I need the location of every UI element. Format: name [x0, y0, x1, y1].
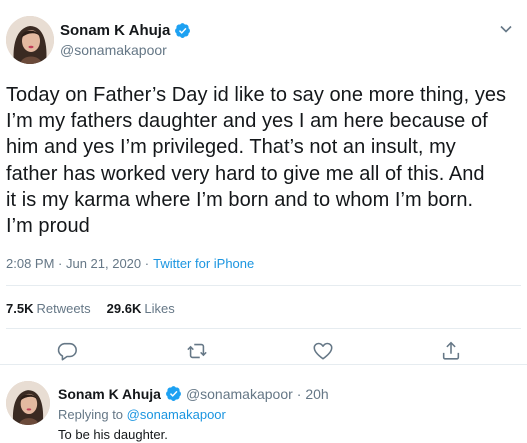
author-avatar[interactable] [6, 16, 54, 64]
likes-count: 29.6K [106, 301, 142, 316]
tweet-stats: 7.5K Retweets 29.6K Likes [6, 301, 175, 316]
replying-to-label: Replying to [58, 407, 124, 422]
retweet-icon[interactable] [186, 340, 208, 362]
likes-stat[interactable]: 29.6K Likes [107, 301, 175, 316]
author-handle[interactable]: @sonamakapoor [60, 42, 191, 58]
tweet-timestamp[interactable]: 2:08 PM · Jun 21, 2020 · [6, 256, 149, 271]
likes-label: Likes [144, 301, 175, 316]
tweet-text: Today on Father’s Day id like to say one… [6, 84, 507, 238]
reply-author-avatar[interactable] [6, 381, 50, 425]
chevron-down-icon[interactable] [499, 22, 513, 36]
verified-badge-icon [174, 22, 191, 39]
reply-header: Sonam K Ahuja @sonamakapoor · 20h [58, 385, 518, 402]
reply-tweet[interactable]: Sonam K Ahuja @sonamakapoor · 20h Replyi… [58, 385, 518, 443]
retweets-label: Retweets [36, 301, 91, 316]
verified-badge-icon [165, 385, 182, 402]
replying-to-handle[interactable]: @sonamakapoor [127, 407, 226, 422]
main-tweet: Sonam K Ahuja @sonamakapoor Today on Fat… [0, 0, 527, 365]
reply-text: To be his daughter. [58, 427, 168, 442]
reply-timestamp[interactable]: · 20h [297, 386, 329, 402]
replying-to: Replying to @sonamakapoor [58, 407, 518, 422]
retweets-stat[interactable]: 7.5K Retweets [6, 301, 91, 316]
divider [6, 328, 521, 329]
reply-bubble-icon[interactable] [56, 340, 78, 362]
reply-author-handle[interactable]: @sonamakapoor [186, 386, 293, 402]
author-name[interactable]: Sonam K Ahuja [60, 22, 170, 39]
author-info: Sonam K Ahuja @sonamakapoor [60, 22, 191, 58]
tweet-meta: 2:08 PM · Jun 21, 2020 · Twitter for iPh… [6, 256, 254, 271]
tweet-actions [0, 340, 527, 364]
tweet-source-link[interactable]: Twitter for iPhone [153, 256, 254, 271]
divider [6, 285, 521, 286]
retweets-count: 7.5K [6, 301, 34, 316]
heart-icon[interactable] [312, 340, 334, 362]
share-icon[interactable] [440, 340, 462, 362]
reply-author-name[interactable]: Sonam K Ahuja [58, 386, 161, 402]
